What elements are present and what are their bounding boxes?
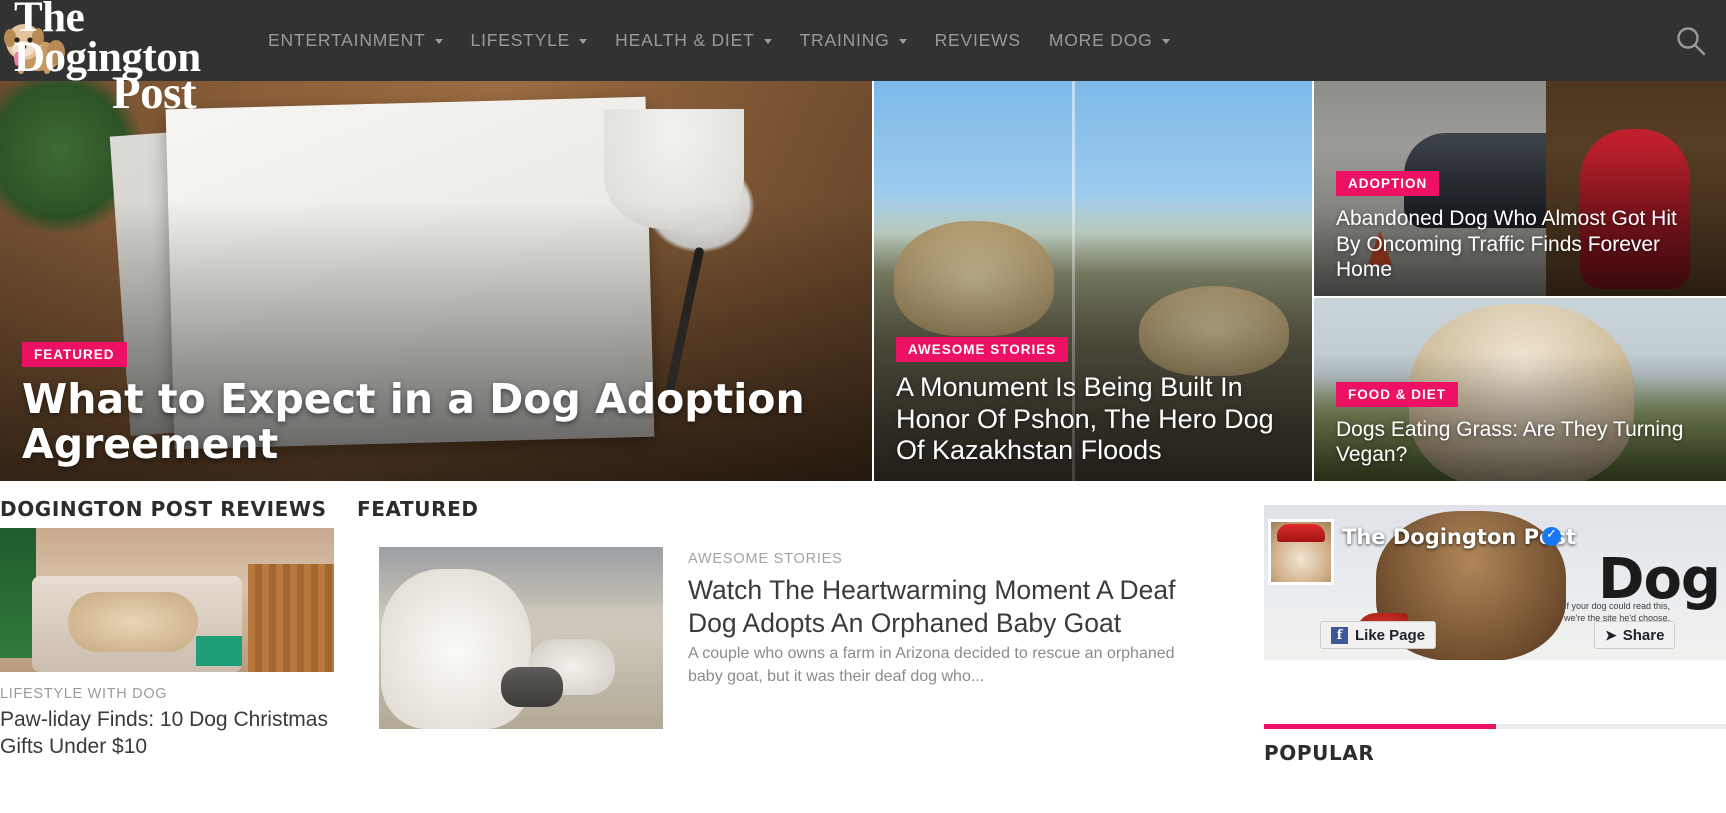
chevron-down-icon [434, 39, 443, 44]
nav-label: MORE DOG [1048, 30, 1153, 50]
hero-card-body: ADOPTION Abandoned Dog Who Almost Got Hi… [1314, 171, 1726, 296]
hero-card-food-and-diet[interactable]: FOOD & DIET Dogs Eating Grass: Are They … [1314, 296, 1726, 481]
facebook-page-widget[interactable]: Dog If your dog could read this, we're t… [1264, 505, 1726, 660]
hero-card-awesome-stories[interactable]: AWESOME STORIES A Monument Is Being Buil… [872, 81, 1312, 481]
lower-content: DOGINGTON POST REVIEWS LIFESTYLE WITH DO… [0, 481, 1726, 813]
logo-line-1: The Dogington [14, 0, 201, 81]
facebook-page-name: The Dogington Post [1342, 525, 1576, 549]
nav-item-more-dog[interactable]: MORE DOG [1035, 0, 1184, 81]
chevron-down-icon [898, 39, 907, 44]
chevron-down-icon [579, 39, 588, 44]
featured-excerpt: A couple who owns a farm in Arizona deci… [688, 645, 1175, 686]
category-badge[interactable]: FOOD & DIET [1336, 381, 1458, 407]
facebook-f-icon: f [1331, 626, 1348, 644]
featured-category[interactable]: AWESOME STORIES [688, 551, 843, 567]
featured-thumbnail[interactable] [379, 547, 663, 729]
hero-card-adoption[interactable]: ADOPTION Abandoned Dog Who Almost Got Hi… [1314, 81, 1726, 296]
featured-section-heading: FEATURED [357, 497, 479, 521]
hero-headline[interactable]: A Monument Is Being Built In Honor Of Ps… [896, 372, 1290, 467]
nav-item-health-and-diet[interactable]: HEALTH & DIET [601, 0, 785, 81]
nav-label: HEALTH & DIET [615, 30, 755, 50]
logo-wordmark: The Dogington Post [14, 0, 234, 117]
site-header: The Dogington Post ENTERTAINMENT LIFESTY… [0, 0, 1726, 117]
category-badge[interactable]: FEATURED [22, 341, 127, 367]
hero-headline[interactable]: What to Expect in a Dog Adoption Agreeme… [22, 376, 850, 467]
hero-headline[interactable]: Abandoned Dog Who Almost Got Hit By Onco… [1336, 206, 1704, 282]
category-badge[interactable]: ADOPTION [1336, 171, 1440, 197]
search-icon[interactable] [1674, 24, 1708, 58]
facebook-share-button[interactable]: ➤ Share [1594, 621, 1676, 649]
hero-card-body: AWESOME STORIES A Monument Is Being Buil… [874, 337, 1312, 481]
chevron-down-icon [763, 39, 772, 44]
popular-accent-bar [1264, 724, 1496, 729]
facebook-like-page-button[interactable]: f Like Page [1320, 621, 1437, 649]
review-category[interactable]: LIFESTYLE WITH DOG [0, 686, 167, 702]
nav-item-entertainment[interactable]: ENTERTAINMENT [254, 0, 457, 81]
hero-grid: FEATURED What to Expect in a Dog Adoptio… [0, 81, 1726, 481]
hero-card-body: FOOD & DIET Dogs Eating Grass: Are They … [1314, 381, 1726, 481]
nav-item-reviews[interactable]: REVIEWS [921, 0, 1035, 81]
reviews-section-heading: DOGINGTON POST REVIEWS [0, 497, 327, 521]
hero-card-body: FEATURED What to Expect in a Dog Adoptio… [0, 341, 872, 481]
like-page-label: Like Page [1355, 626, 1426, 644]
popular-bar-track [1496, 724, 1726, 729]
hero-card-featured[interactable]: FEATURED What to Expect in a Dog Adoptio… [0, 81, 872, 481]
nav-label: REVIEWS [934, 30, 1021, 50]
nav-item-training[interactable]: TRAINING [786, 0, 921, 81]
chevron-down-icon [1161, 39, 1170, 44]
nav-label: ENTERTAINMENT [268, 30, 426, 50]
facebook-page-avatar [1268, 519, 1334, 585]
site-logo[interactable]: The Dogington Post [0, 0, 232, 117]
review-title[interactable]: Paw-liday Finds: 10 Dog Christmas Gifts … [0, 707, 340, 761]
popular-section-heading: POPULAR [1264, 741, 1375, 765]
verified-badge-icon [1542, 526, 1561, 546]
nav-label: LIFESTYLE [470, 30, 571, 50]
review-thumbnail[interactable] [0, 528, 334, 672]
share-arrow-icon: ➤ [1605, 626, 1617, 643]
main-navigation: ENTERTAINMENT LIFESTYLE HEALTH & DIET TR… [254, 0, 1184, 81]
nav-item-lifestyle[interactable]: LIFESTYLE [457, 0, 602, 81]
featured-title[interactable]: Watch The Heartwarming Moment A Deaf Dog… [688, 574, 1228, 640]
share-label: Share [1622, 626, 1665, 644]
category-badge[interactable]: AWESOME STORIES [896, 337, 1069, 363]
nav-label: TRAINING [799, 30, 890, 50]
hero-right-column: ADOPTION Abandoned Dog Who Almost Got Hi… [1312, 81, 1726, 481]
hero-headline[interactable]: Dogs Eating Grass: Are They Turning Vega… [1336, 417, 1704, 467]
